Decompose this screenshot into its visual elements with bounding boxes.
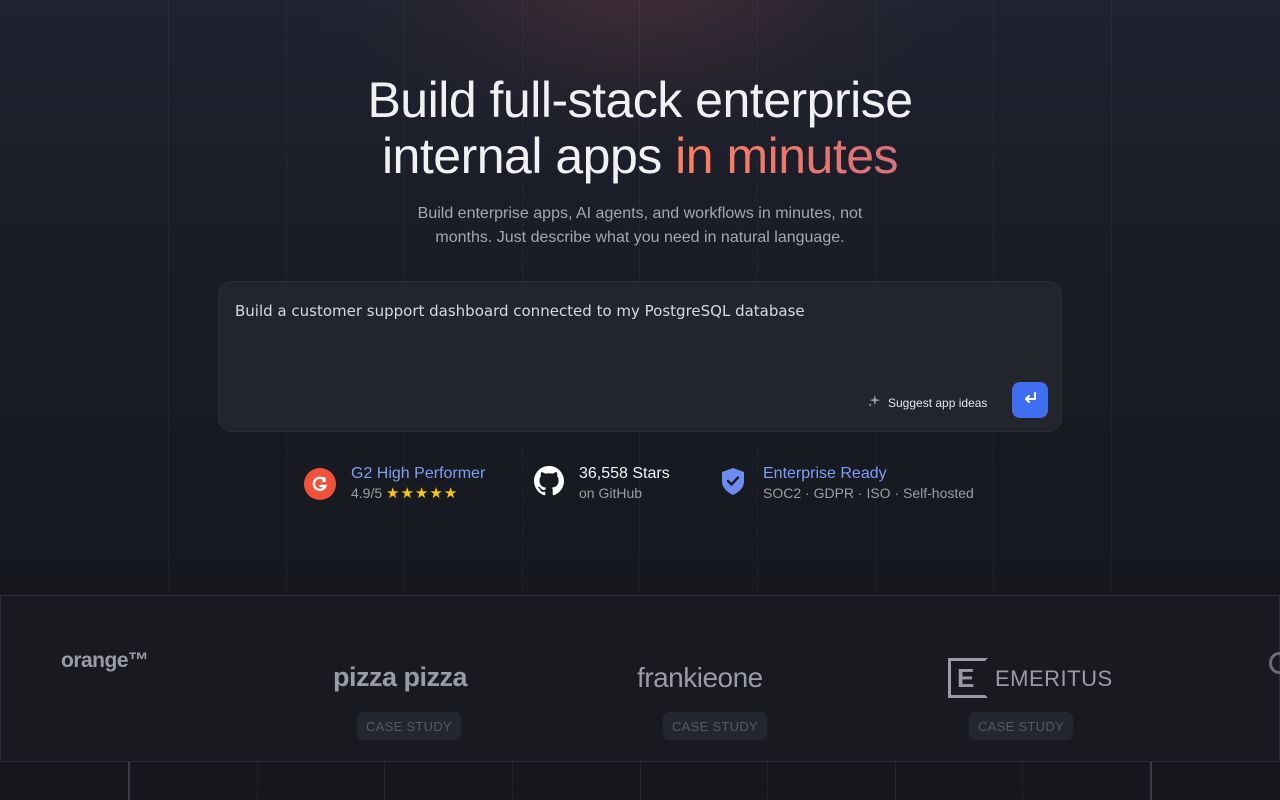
- hero-section: Build full-stack enterprise internal app…: [0, 72, 1280, 250]
- svg-text:2: 2: [322, 476, 327, 484]
- prompt-input[interactable]: [235, 302, 1035, 362]
- prompt-box: Suggest app ideas: [218, 281, 1062, 432]
- g2-badge-title: G2 High Performer: [351, 465, 486, 482]
- page-title: Build full-stack enterprise internal app…: [0, 72, 1280, 184]
- footer-grid-lines: [0, 762, 1280, 800]
- g2-badge[interactable]: 2 G2 High Performer 4.9/5 ★★★★★: [304, 464, 485, 503]
- enterprise-badge[interactable]: Enterprise Ready SOC2 · GDPR · ISO · Sel…: [718, 464, 974, 502]
- case-study-pizza-pizza[interactable]: CASE STUDY: [357, 712, 461, 740]
- logo-emeritus[interactable]: EMERITUS: [995, 666, 1113, 692]
- enterprise-title: Enterprise Ready: [763, 465, 887, 482]
- star-rating-icon: ★★★★★: [386, 485, 459, 502]
- enter-arrow-icon: [1021, 390, 1039, 411]
- logo-frankieone[interactable]: frankieone: [637, 662, 763, 694]
- shield-check-icon: [718, 465, 748, 502]
- partial-logo: [1269, 652, 1280, 674]
- hero-subtitle: Build enterprise apps, AI agents, and wo…: [417, 205, 863, 246]
- suggest-label: Suggest app ideas: [888, 395, 988, 410]
- title-line-1: Build full-stack enterprise: [367, 72, 913, 128]
- suggest-app-ideas-button[interactable]: Suggest app ideas: [867, 394, 987, 411]
- emeritus-e-icon: E: [948, 658, 988, 698]
- enterprise-sub: SOC2 · GDPR · ISO · Self-hosted: [763, 485, 974, 501]
- github-badge[interactable]: 36,558 Stars on GitHub: [534, 464, 670, 502]
- g2-rating: 4.9/5: [351, 485, 383, 501]
- logo-orange[interactable]: orange™: [61, 649, 149, 673]
- submit-prompt-button[interactable]: [1012, 382, 1048, 418]
- g2-logo-icon: 2: [304, 467, 336, 500]
- github-sub: on GitHub: [579, 485, 643, 501]
- case-study-frankieone[interactable]: CASE STUDY: [663, 712, 767, 740]
- case-study-emeritus[interactable]: CASE STUDY: [969, 712, 1073, 740]
- sparkle-icon: [867, 394, 881, 411]
- title-line-2: internal apps: [381, 128, 676, 184]
- customer-logos-strip: orange™ pizza pizza CASE STUDY frankieon…: [0, 595, 1280, 762]
- github-stars-count: 36,558 Stars: [579, 465, 670, 482]
- title-accent: in minutes: [675, 128, 899, 184]
- logo-pizza-pizza[interactable]: pizza pizza: [333, 662, 468, 693]
- github-icon: [534, 465, 564, 501]
